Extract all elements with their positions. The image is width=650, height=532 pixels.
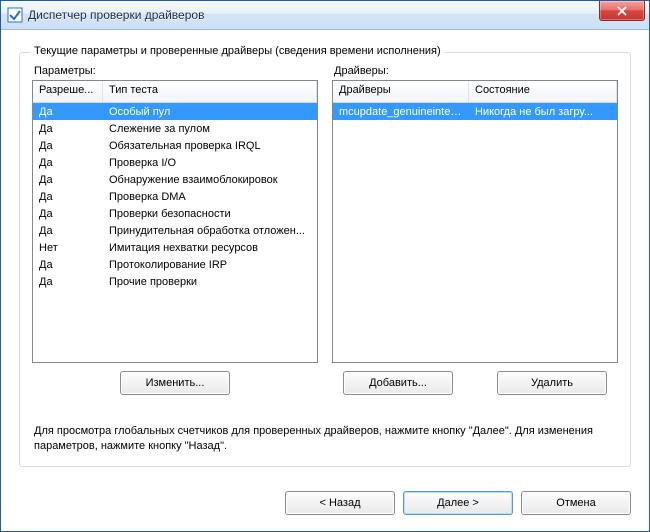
params-header: Разреше... Тип теста [33,81,317,103]
drivers-body: mcupdate_genuineintel.dllНикогда не был … [333,103,617,362]
app-icon [7,7,23,23]
cell: Слежение за пулом [103,122,317,136]
cell: Проверка I/O [103,156,317,170]
cell: Обнаружение взаимоблокировок [103,173,317,187]
table-row[interactable]: ДаОбязательная проверка IRQL [33,137,317,154]
cell: Особый пул [103,105,317,119]
cancel-button[interactable]: Отмена [521,491,631,515]
back-button[interactable]: < Назад [285,491,395,515]
cell: Обязательная проверка IRQL [103,139,317,153]
cell: Да [33,190,103,204]
params-column: Параметры: Разреше... Тип теста ДаОсобый… [32,63,318,412]
drivers-column: Драйверы: Драйверы Состояние mcupdate_ge… [332,63,618,412]
drivers-label: Драйверы: [334,65,618,77]
cell: Да [33,224,103,238]
cell: Да [33,139,103,153]
cell: Да [33,105,103,119]
columns: Параметры: Разреше... Тип теста ДаОсобый… [32,63,618,412]
table-row[interactable]: НетИмитация нехватки ресурсов [33,239,317,256]
table-row[interactable]: ДаПроверка DMA [33,188,317,205]
cell: Проверка DMA [103,190,317,204]
params-button-row: Изменить... [32,371,318,395]
cell: Протоколирование IRP [103,258,317,272]
groupbox-legend: Текущие параметры и проверенные драйверы… [30,45,445,57]
params-header-allowed[interactable]: Разреше... [33,81,103,102]
table-row[interactable]: mcupdate_genuineintel.dllНикогда не был … [333,103,617,120]
cell: Прочие проверки [103,275,317,289]
change-button[interactable]: Изменить... [120,371,230,395]
hint-text: Для просмотра глобальных счетчиков для п… [34,424,616,454]
dialog-body: Текущие параметры и проверенные драйверы… [1,30,649,479]
params-label: Параметры: [34,65,318,77]
titlebar: Диспетчер проверки драйверов [1,1,649,30]
params-body: ДаОсобый пулДаСлежение за пуломДаОбязате… [33,103,317,362]
remove-button[interactable]: Удалить [497,371,607,395]
drivers-header: Драйверы Состояние [333,81,617,103]
table-row[interactable]: ДаПрочие проверки [33,273,317,290]
table-row[interactable]: ДаОсобый пул [33,103,317,120]
cell: Да [33,122,103,136]
settings-groupbox: Текущие параметры и проверенные драйверы… [19,52,631,467]
cell: Да [33,207,103,221]
cell: Да [33,156,103,170]
params-header-test[interactable]: Тип теста [103,81,317,102]
cell: Да [33,275,103,289]
drivers-listview[interactable]: Драйверы Состояние mcupdate_genuineintel… [332,80,618,363]
add-button[interactable]: Добавить... [343,371,453,395]
cell: mcupdate_genuineintel.dll [333,105,469,119]
drivers-button-row: Добавить... Удалить [332,371,618,395]
next-button[interactable]: Далее > [403,491,513,515]
close-button[interactable] [599,1,645,21]
cell: Да [33,173,103,187]
table-row[interactable]: ДаПротоколирование IRP [33,256,317,273]
cell: Принудительная обработка отложен... [103,224,317,238]
table-row[interactable]: ДаСлежение за пулом [33,120,317,137]
footer: < Назад Далее > Отмена [1,479,649,531]
table-row[interactable]: ДаОбнаружение взаимоблокировок [33,171,317,188]
window-title: Диспетчер проверки драйверов [28,8,204,22]
params-listview[interactable]: Разреше... Тип теста ДаОсобый пулДаСлеже… [32,80,318,363]
table-row[interactable]: ДаПринудительная обработка отложен... [33,222,317,239]
cell: Никогда не был загру... [469,105,617,119]
table-row[interactable]: ДаПроверки безопасности [33,205,317,222]
cell: Проверки безопасности [103,207,317,221]
close-icon [617,6,627,16]
cell: Да [33,258,103,272]
window: Диспетчер проверки драйверов Текущие пар… [0,0,650,532]
drivers-header-state[interactable]: Состояние [469,81,617,102]
table-row[interactable]: ДаПроверка I/O [33,154,317,171]
cell: Нет [33,241,103,255]
cell: Имитация нехватки ресурсов [103,241,317,255]
drivers-header-driver[interactable]: Драйверы [333,81,469,102]
